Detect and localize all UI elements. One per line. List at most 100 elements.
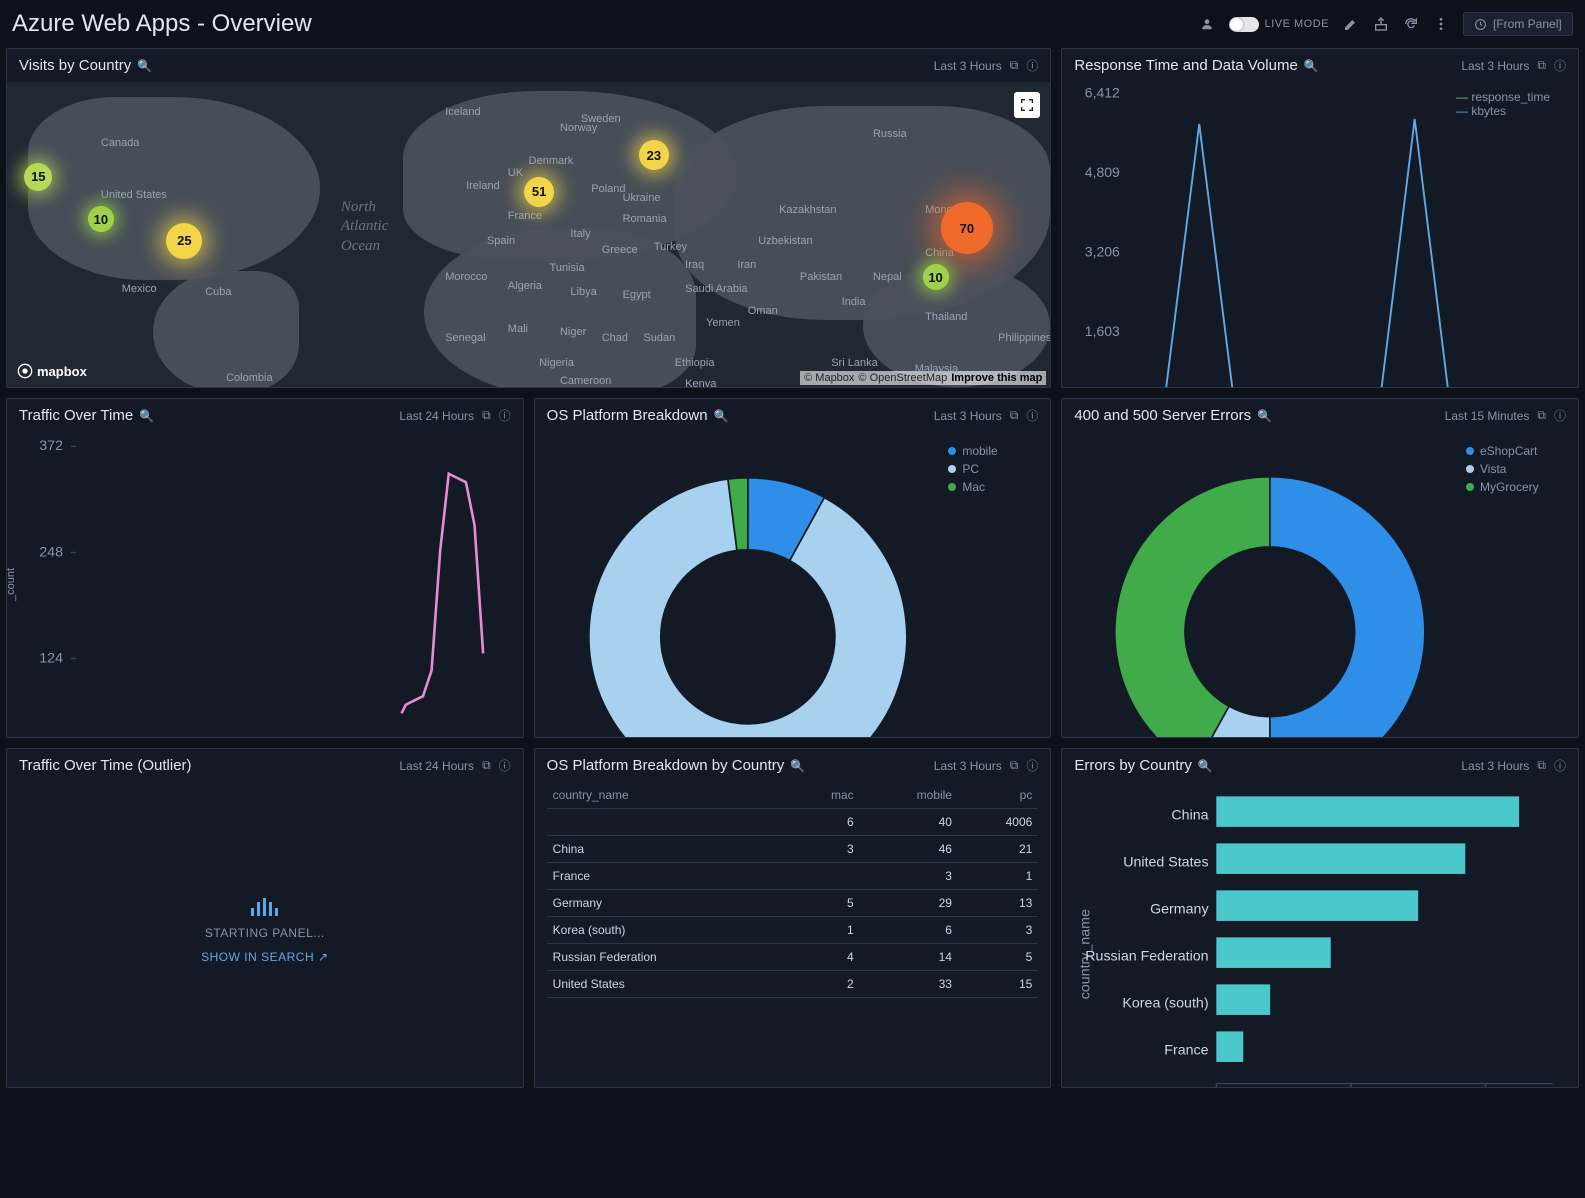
panel-os-breakdown: OS Platform Breakdown 🔍 Last 3 Hours ⧉ ⓘ… <box>534 398 1052 738</box>
search-icon[interactable]: 🔍 <box>139 409 154 423</box>
copy-icon[interactable]: ⧉ <box>1010 408 1019 423</box>
legend-item[interactable]: Mac <box>948 480 1038 494</box>
svg-text:Korea (south): Korea (south) <box>1123 995 1209 1011</box>
table-header[interactable]: mac <box>788 782 860 809</box>
copy-icon[interactable]: ⧉ <box>1537 408 1546 423</box>
live-mode-toggle[interactable] <box>1229 17 1259 32</box>
search-icon[interactable]: 🔍 <box>137 59 152 73</box>
country-label: Iran <box>737 259 756 271</box>
table-header[interactable]: mobile <box>860 782 958 809</box>
country-label: Kazakhstan <box>779 204 836 216</box>
map-bubble[interactable]: 15 <box>24 163 52 191</box>
table-row[interactable]: United States23315 <box>547 971 1039 998</box>
panel-range: Last 3 Hours <box>934 409 1002 423</box>
search-icon[interactable]: 🔍 <box>1257 409 1272 423</box>
country-label: Sweden <box>581 113 621 125</box>
share-icon[interactable] <box>1373 16 1389 32</box>
chart-errors-by-country[interactable]: country_nameChinaUnited StatesGermanyRus… <box>1074 786 1566 1088</box>
panel-response-time: Response Time and Data Volume 🔍 Last 3 H… <box>1061 48 1579 388</box>
panel-traffic-outlier: Traffic Over Time (Outlier) Last 24 Hour… <box>6 748 524 1088</box>
table-row[interactable]: China34621 <box>547 836 1039 863</box>
panel-title: Response Time and Data Volume <box>1074 57 1297 74</box>
country-label: China <box>925 247 954 259</box>
country-label: Nigeria <box>539 357 574 369</box>
info-icon[interactable]: ⓘ <box>1554 407 1566 424</box>
refresh-icon[interactable] <box>1403 16 1419 32</box>
live-mode-label: LIVE MODE <box>1265 18 1329 30</box>
copy-icon[interactable]: ⧉ <box>1537 58 1546 73</box>
country-label: Libya <box>570 286 596 298</box>
y-axis-label: _count <box>6 568 17 601</box>
panel-range: Last 3 Hours <box>934 759 1002 773</box>
country-label: Cuba <box>205 286 231 298</box>
copy-icon[interactable]: ⧉ <box>482 758 491 773</box>
legend-item[interactable]: Vista <box>1466 462 1566 476</box>
table-header[interactable]: country_name <box>547 782 788 809</box>
chart-errors-donut[interactable] <box>1074 436 1466 738</box>
search-icon[interactable]: 🔍 <box>1304 59 1319 73</box>
legend-item[interactable]: PC <box>948 462 1038 476</box>
ocean-label: NorthAtlanticOcean <box>341 198 389 257</box>
show-in-search-link[interactable]: SHOW IN SEARCH ↗ <box>201 950 328 964</box>
panel-os-by-country: OS Platform Breakdown by Country 🔍 Last … <box>534 748 1052 1088</box>
copy-icon[interactable]: ⧉ <box>482 408 491 423</box>
copy-icon[interactable]: ⧉ <box>1010 58 1019 73</box>
country-label: United States <box>101 189 167 201</box>
table-row[interactable]: Russian Federation4145 <box>547 944 1039 971</box>
country-label: Niger <box>560 326 586 338</box>
legend-item[interactable]: mobile <box>948 444 1038 458</box>
info-icon[interactable]: ⓘ <box>499 407 511 424</box>
svg-text:4,809: 4,809 <box>1085 164 1120 180</box>
chart-os-donut[interactable] <box>547 436 949 738</box>
info-icon[interactable]: ⓘ <box>499 757 511 774</box>
country-label: Senegal <box>445 332 485 344</box>
legend-item[interactable]: MyGrocery <box>1466 480 1566 494</box>
table-row[interactable]: France31 <box>547 863 1039 890</box>
country-label: Kenya <box>685 378 716 387</box>
fullscreen-icon[interactable] <box>1014 92 1040 118</box>
search-icon[interactable]: 🔍 <box>1198 759 1213 773</box>
map-bubble[interactable]: 10 <box>923 264 949 290</box>
chart-response-time[interactable]: 01,6033,2064,8096,41207:00 AM07:30 AM08:… <box>1074 86 1456 388</box>
world-map[interactable]: NorthAtlanticOcean mapbox © Mapbox © Ope… <box>7 82 1050 387</box>
page-title: Azure Web Apps - Overview <box>12 10 1199 38</box>
svg-text:China: China <box>1172 807 1209 823</box>
table-row[interactable]: Germany52913 <box>547 890 1039 917</box>
search-icon[interactable]: 🔍 <box>790 759 805 773</box>
chart-traffic[interactable]: 012424837207:00 AM08:00 AM <box>19 436 511 738</box>
copy-icon[interactable]: ⧉ <box>1010 758 1019 773</box>
copy-icon[interactable]: ⧉ <box>1537 758 1546 773</box>
map-bubble[interactable]: 23 <box>639 140 669 170</box>
country-label: Chad <box>602 332 628 344</box>
edit-icon[interactable] <box>1343 16 1359 32</box>
legend-item[interactable]: — kbytes <box>1456 104 1566 118</box>
info-icon[interactable]: ⓘ <box>1026 57 1038 74</box>
country-label: Poland <box>591 183 625 195</box>
search-icon[interactable]: 🔍 <box>714 409 729 423</box>
os-breakdown-table[interactable]: country_namemacmobilepc6404006China34621… <box>547 782 1039 998</box>
panel-visits-by-country: Visits by Country 🔍 Last 3 Hours ⧉ ⓘ <box>6 48 1051 388</box>
country-label: Colombia <box>226 372 272 384</box>
info-icon[interactable]: ⓘ <box>1026 407 1038 424</box>
map-bubble[interactable]: 25 <box>166 223 202 259</box>
legend-item[interactable]: eShopCart <box>1466 444 1566 458</box>
map-bubble[interactable]: 10 <box>88 206 114 232</box>
more-icon[interactable] <box>1433 16 1449 32</box>
info-icon[interactable]: ⓘ <box>1554 57 1566 74</box>
table-row[interactable]: 6404006 <box>547 809 1039 836</box>
panel-range: Last 24 Hours <box>399 759 474 773</box>
country-label: Uzbekistan <box>758 235 812 247</box>
table-header[interactable]: pc <box>958 782 1038 809</box>
country-label: Pakistan <box>800 271 842 283</box>
country-label: Turkey <box>654 241 687 253</box>
legend-item[interactable]: — response_time <box>1456 90 1566 104</box>
map-bubble[interactable]: 51 <box>524 177 554 207</box>
panel-title: 400 and 500 Server Errors <box>1074 407 1251 424</box>
map-bubble[interactable]: 70 <box>941 202 993 254</box>
svg-text:Russian Federation: Russian Federation <box>1086 948 1209 964</box>
time-range-picker[interactable]: [From Panel] <box>1463 12 1573 36</box>
info-icon[interactable]: ⓘ <box>1026 757 1038 774</box>
info-icon[interactable]: ⓘ <box>1554 757 1566 774</box>
table-row[interactable]: Korea (south)163 <box>547 917 1039 944</box>
panel-range: Last 3 Hours <box>1461 759 1529 773</box>
